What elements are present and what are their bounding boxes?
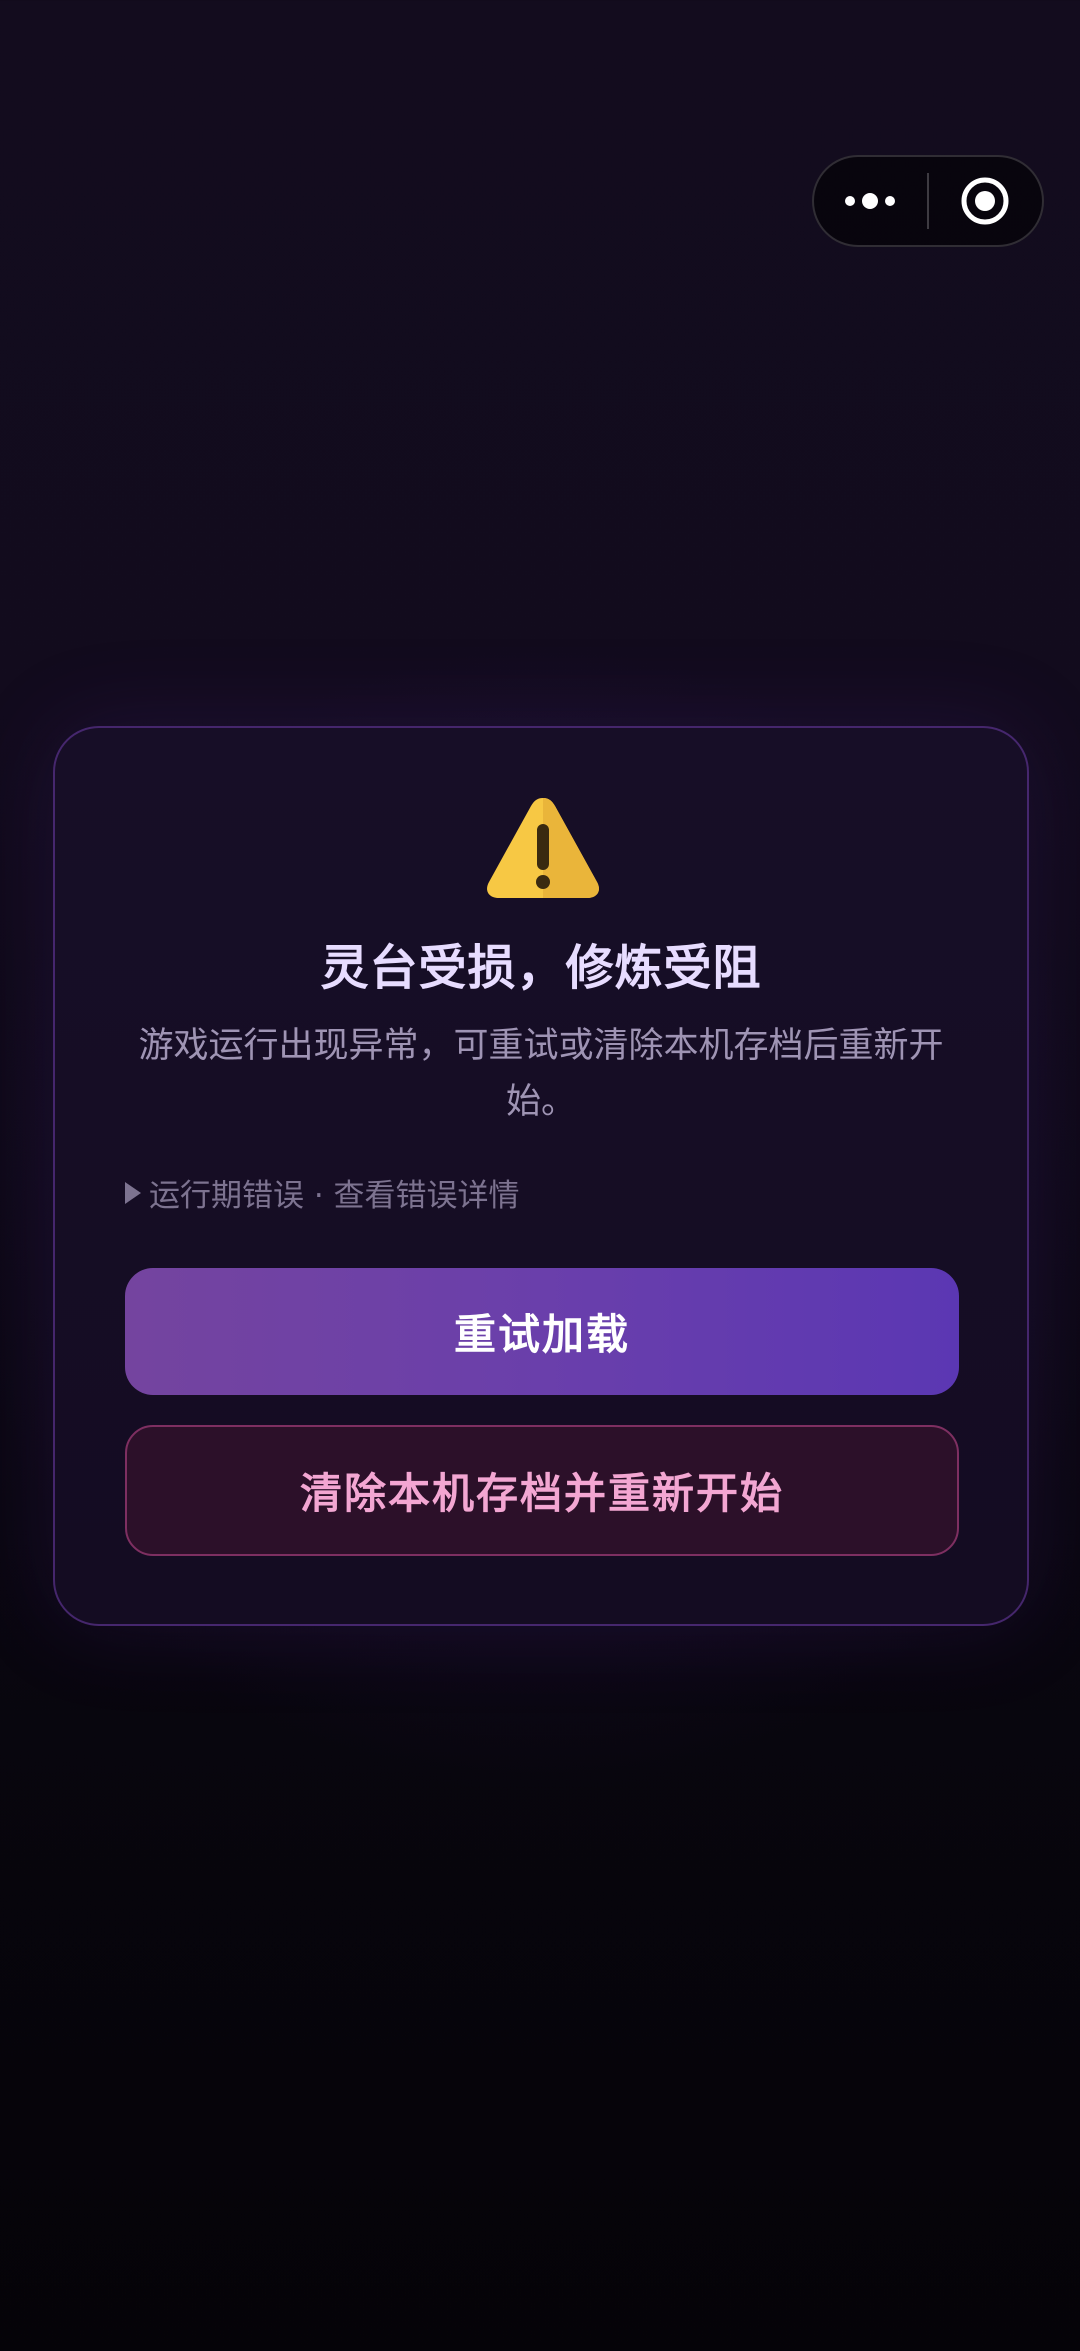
- retry-load-button[interactable]: 重试加载: [125, 1268, 959, 1395]
- miniprogram-capsule: [812, 155, 1044, 247]
- more-dots-icon: [844, 193, 895, 209]
- close-miniprogram-button[interactable]: [929, 157, 1042, 245]
- target-circle-icon: [961, 177, 1009, 225]
- error-details-label: 运行期错误 · 查看错误详情: [149, 1178, 520, 1214]
- error-description: 游戏运行出现异常，可重试或清除本机存档后重新开始。: [138, 1026, 944, 1122]
- error-card: 灵台受损，修炼受阻 游戏运行出现异常，可重试或清除本机存档后重新开始。 运行期错…: [53, 726, 1029, 1626]
- warning-icon: [487, 798, 599, 898]
- error-details-toggle[interactable]: 运行期错误 · 查看错误详情: [125, 1170, 520, 1215]
- error-title: 灵台受损，修炼受阻: [320, 940, 762, 996]
- more-menu-button[interactable]: [814, 157, 927, 245]
- clear-save-restart-button[interactable]: 清除本机存档并重新开始: [125, 1425, 959, 1556]
- expand-triangle-icon: [125, 1181, 141, 1204]
